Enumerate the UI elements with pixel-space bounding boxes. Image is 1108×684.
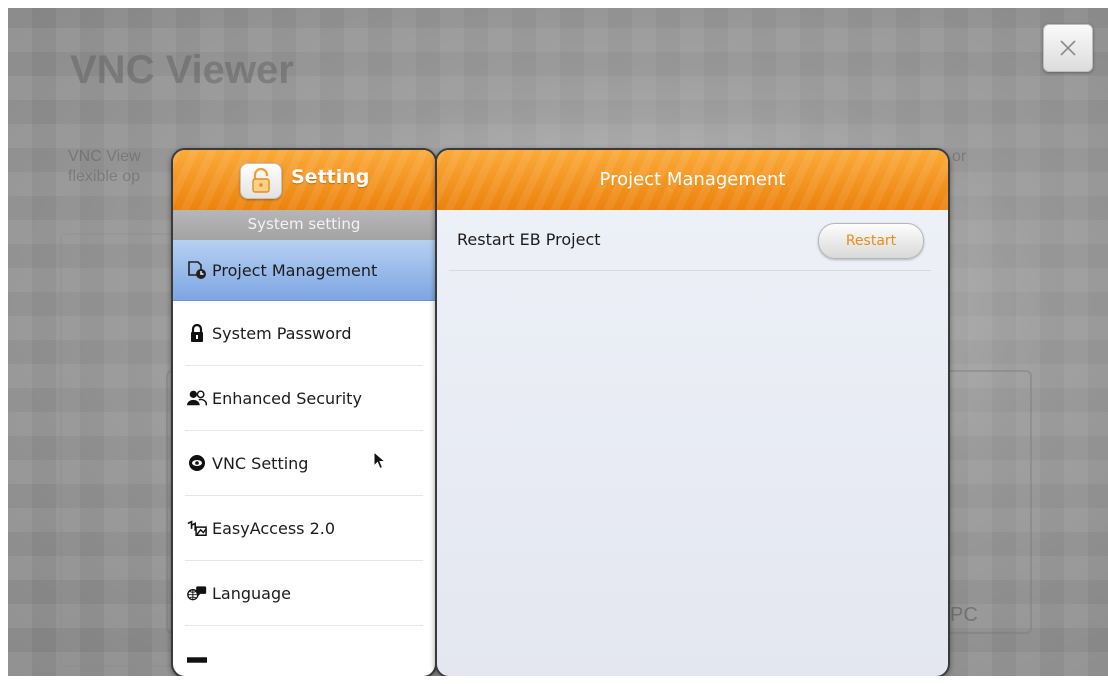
keyboard-icon bbox=[187, 650, 207, 670]
background-title: VNC Viewer bbox=[70, 48, 294, 92]
setting-header: Setting bbox=[173, 150, 435, 210]
menu-item-input-method[interactable] bbox=[185, 626, 423, 670]
menu-item-label: System Password bbox=[212, 323, 352, 343]
eye-icon bbox=[187, 453, 207, 473]
setting-title: Setting bbox=[291, 166, 370, 188]
top-strip bbox=[0, 0, 1108, 8]
menu-item-easyaccess[interactable]: EasyAccess 2.0 bbox=[185, 496, 423, 561]
menu-item-system-password[interactable]: System Password bbox=[185, 301, 423, 366]
easyaccess-icon bbox=[187, 518, 207, 538]
restart-button[interactable]: Restart bbox=[818, 223, 924, 259]
section-label: System setting bbox=[173, 210, 435, 240]
close-button[interactable] bbox=[1043, 24, 1093, 72]
content-title: Project Management bbox=[437, 150, 948, 210]
users-icon bbox=[187, 388, 207, 408]
restart-project-row: Restart EB Project Restart bbox=[449, 212, 931, 271]
background-text-line1: VNC View bbox=[68, 148, 141, 165]
content-panel: Project Management Restart EB Project Re… bbox=[435, 148, 950, 678]
project-management-icon bbox=[187, 260, 207, 280]
menu-item-vnc-setting[interactable]: VNC Setting bbox=[185, 431, 423, 496]
mouse-cursor-icon bbox=[373, 450, 387, 475]
unlock-icon bbox=[240, 163, 282, 199]
background-text-line1-right: or bbox=[952, 148, 967, 165]
lock-icon bbox=[187, 323, 207, 343]
restart-project-label: Restart EB Project bbox=[457, 230, 601, 249]
language-icon bbox=[187, 583, 207, 603]
menu-item-label: Language bbox=[212, 583, 291, 603]
menu-item-label: VNC Setting bbox=[212, 453, 309, 473]
background-corner-label: PC bbox=[950, 604, 978, 626]
menu-item-label: Project Management bbox=[212, 260, 378, 280]
background-text-line2: flexible op bbox=[68, 168, 141, 185]
menu-item-label: Enhanced Security bbox=[212, 388, 362, 408]
menu-item-label: EasyAccess 2.0 bbox=[212, 518, 336, 538]
menu-item-language[interactable]: Language bbox=[185, 561, 423, 626]
menu-item-project-management[interactable]: Project Management bbox=[173, 240, 435, 301]
settings-menu: Project Management System Password Enhan… bbox=[173, 240, 435, 670]
bottom-strip bbox=[0, 676, 1108, 684]
menu-item-enhanced-security[interactable]: Enhanced Security bbox=[185, 366, 423, 431]
setting-panel: Setting System setting Project Managemen… bbox=[171, 148, 437, 678]
